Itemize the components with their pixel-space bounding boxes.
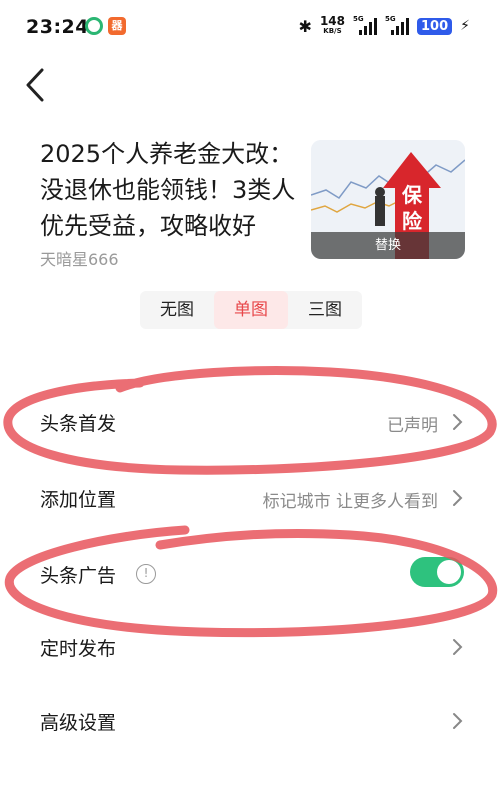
ads-toggle[interactable] <box>410 557 464 587</box>
image-mode-none[interactable]: 无图 <box>140 291 214 329</box>
advanced-label: 高级设置 <box>40 712 117 734</box>
image-mode-single[interactable]: 单图 <box>214 291 288 329</box>
app-notification-icon: 器 <box>108 17 126 35</box>
first-publish-label: 头条首发 <box>40 413 117 435</box>
first-publish-value: 已声明 <box>387 416 438 436</box>
image-mode-selector: 无图 单图 三图 <box>140 291 362 329</box>
bolt-icon: ⚡ <box>460 18 470 34</box>
cover-image[interactable]: 保 险 替换 <box>311 140 465 259</box>
battery-level: 100 <box>417 17 453 35</box>
status-time: 23:24 <box>26 16 89 38</box>
wechat-notification-icon <box>85 17 103 35</box>
article-author: 天暗星666 <box>40 250 119 269</box>
cover-sign-text-2: 险 <box>402 209 423 233</box>
chevron-right-icon <box>453 713 463 729</box>
back-button[interactable] <box>22 66 52 104</box>
chevron-right-icon <box>453 639 463 655</box>
cover-sign-text-1: 保 <box>401 183 423 207</box>
location-value: 标记城市 让更多人看到 <box>262 492 438 512</box>
location-row[interactable]: 添加位置 标记城市 让更多人看到 <box>0 461 500 535</box>
location-label: 添加位置 <box>40 489 117 511</box>
chevron-left-icon <box>26 68 44 102</box>
status-bar: 23:24 器 ✱ 148 KB/S 5G 5G 100 ⚡ <box>0 0 500 52</box>
signal-icon: 5G <box>353 15 378 35</box>
schedule-row[interactable]: 定时发布 <box>0 610 500 684</box>
chevron-right-icon <box>453 490 463 506</box>
replace-cover-button[interactable]: 替换 <box>311 232 465 259</box>
advanced-row[interactable]: 高级设置 <box>0 684 500 758</box>
chevron-right-icon <box>453 414 463 430</box>
network-speed: 148 KB/S <box>319 14 346 36</box>
network-speed-unit: KB/S <box>323 27 342 35</box>
ads-label: 头条广告 <box>40 565 117 587</box>
toggle-knob <box>437 560 461 584</box>
image-mode-triple[interactable]: 三图 <box>288 291 362 329</box>
bluetooth-icon: ✱ <box>298 16 312 36</box>
info-icon[interactable]: ! <box>136 564 156 584</box>
schedule-label: 定时发布 <box>40 638 117 660</box>
signal-icon-2: 5G <box>385 15 410 35</box>
article-title[interactable]: 2025个人养老金大改：没退休也能领钱！3类人优先受益，攻略收好 <box>40 136 302 244</box>
network-speed-value: 148 <box>319 14 346 28</box>
first-publish-row[interactable]: 头条首发 已声明 <box>0 385 500 459</box>
ads-row: 头条广告 ! <box>0 537 500 611</box>
